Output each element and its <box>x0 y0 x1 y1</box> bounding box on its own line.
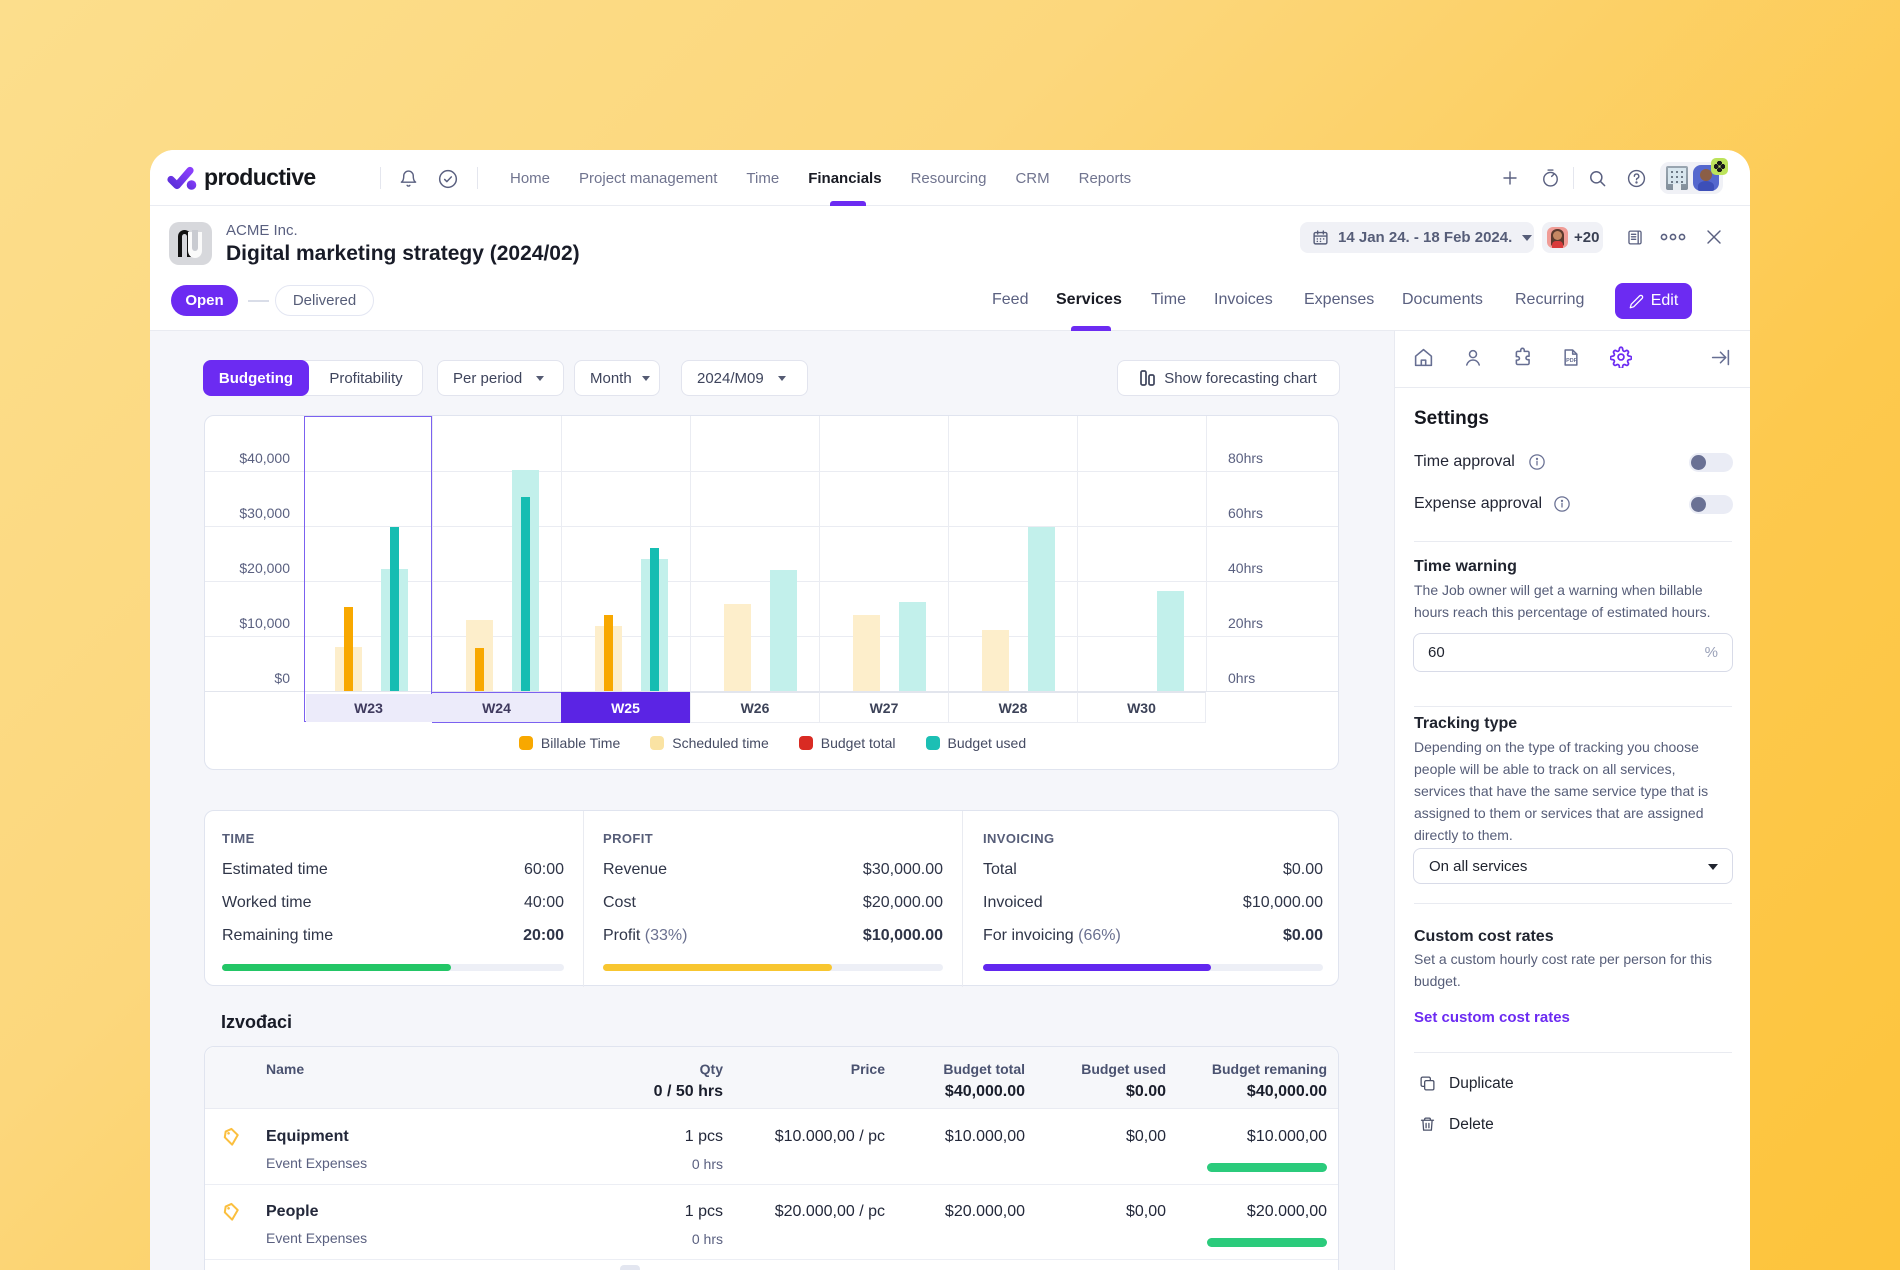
svg-text:PDF: PDF <box>1566 358 1578 364</box>
